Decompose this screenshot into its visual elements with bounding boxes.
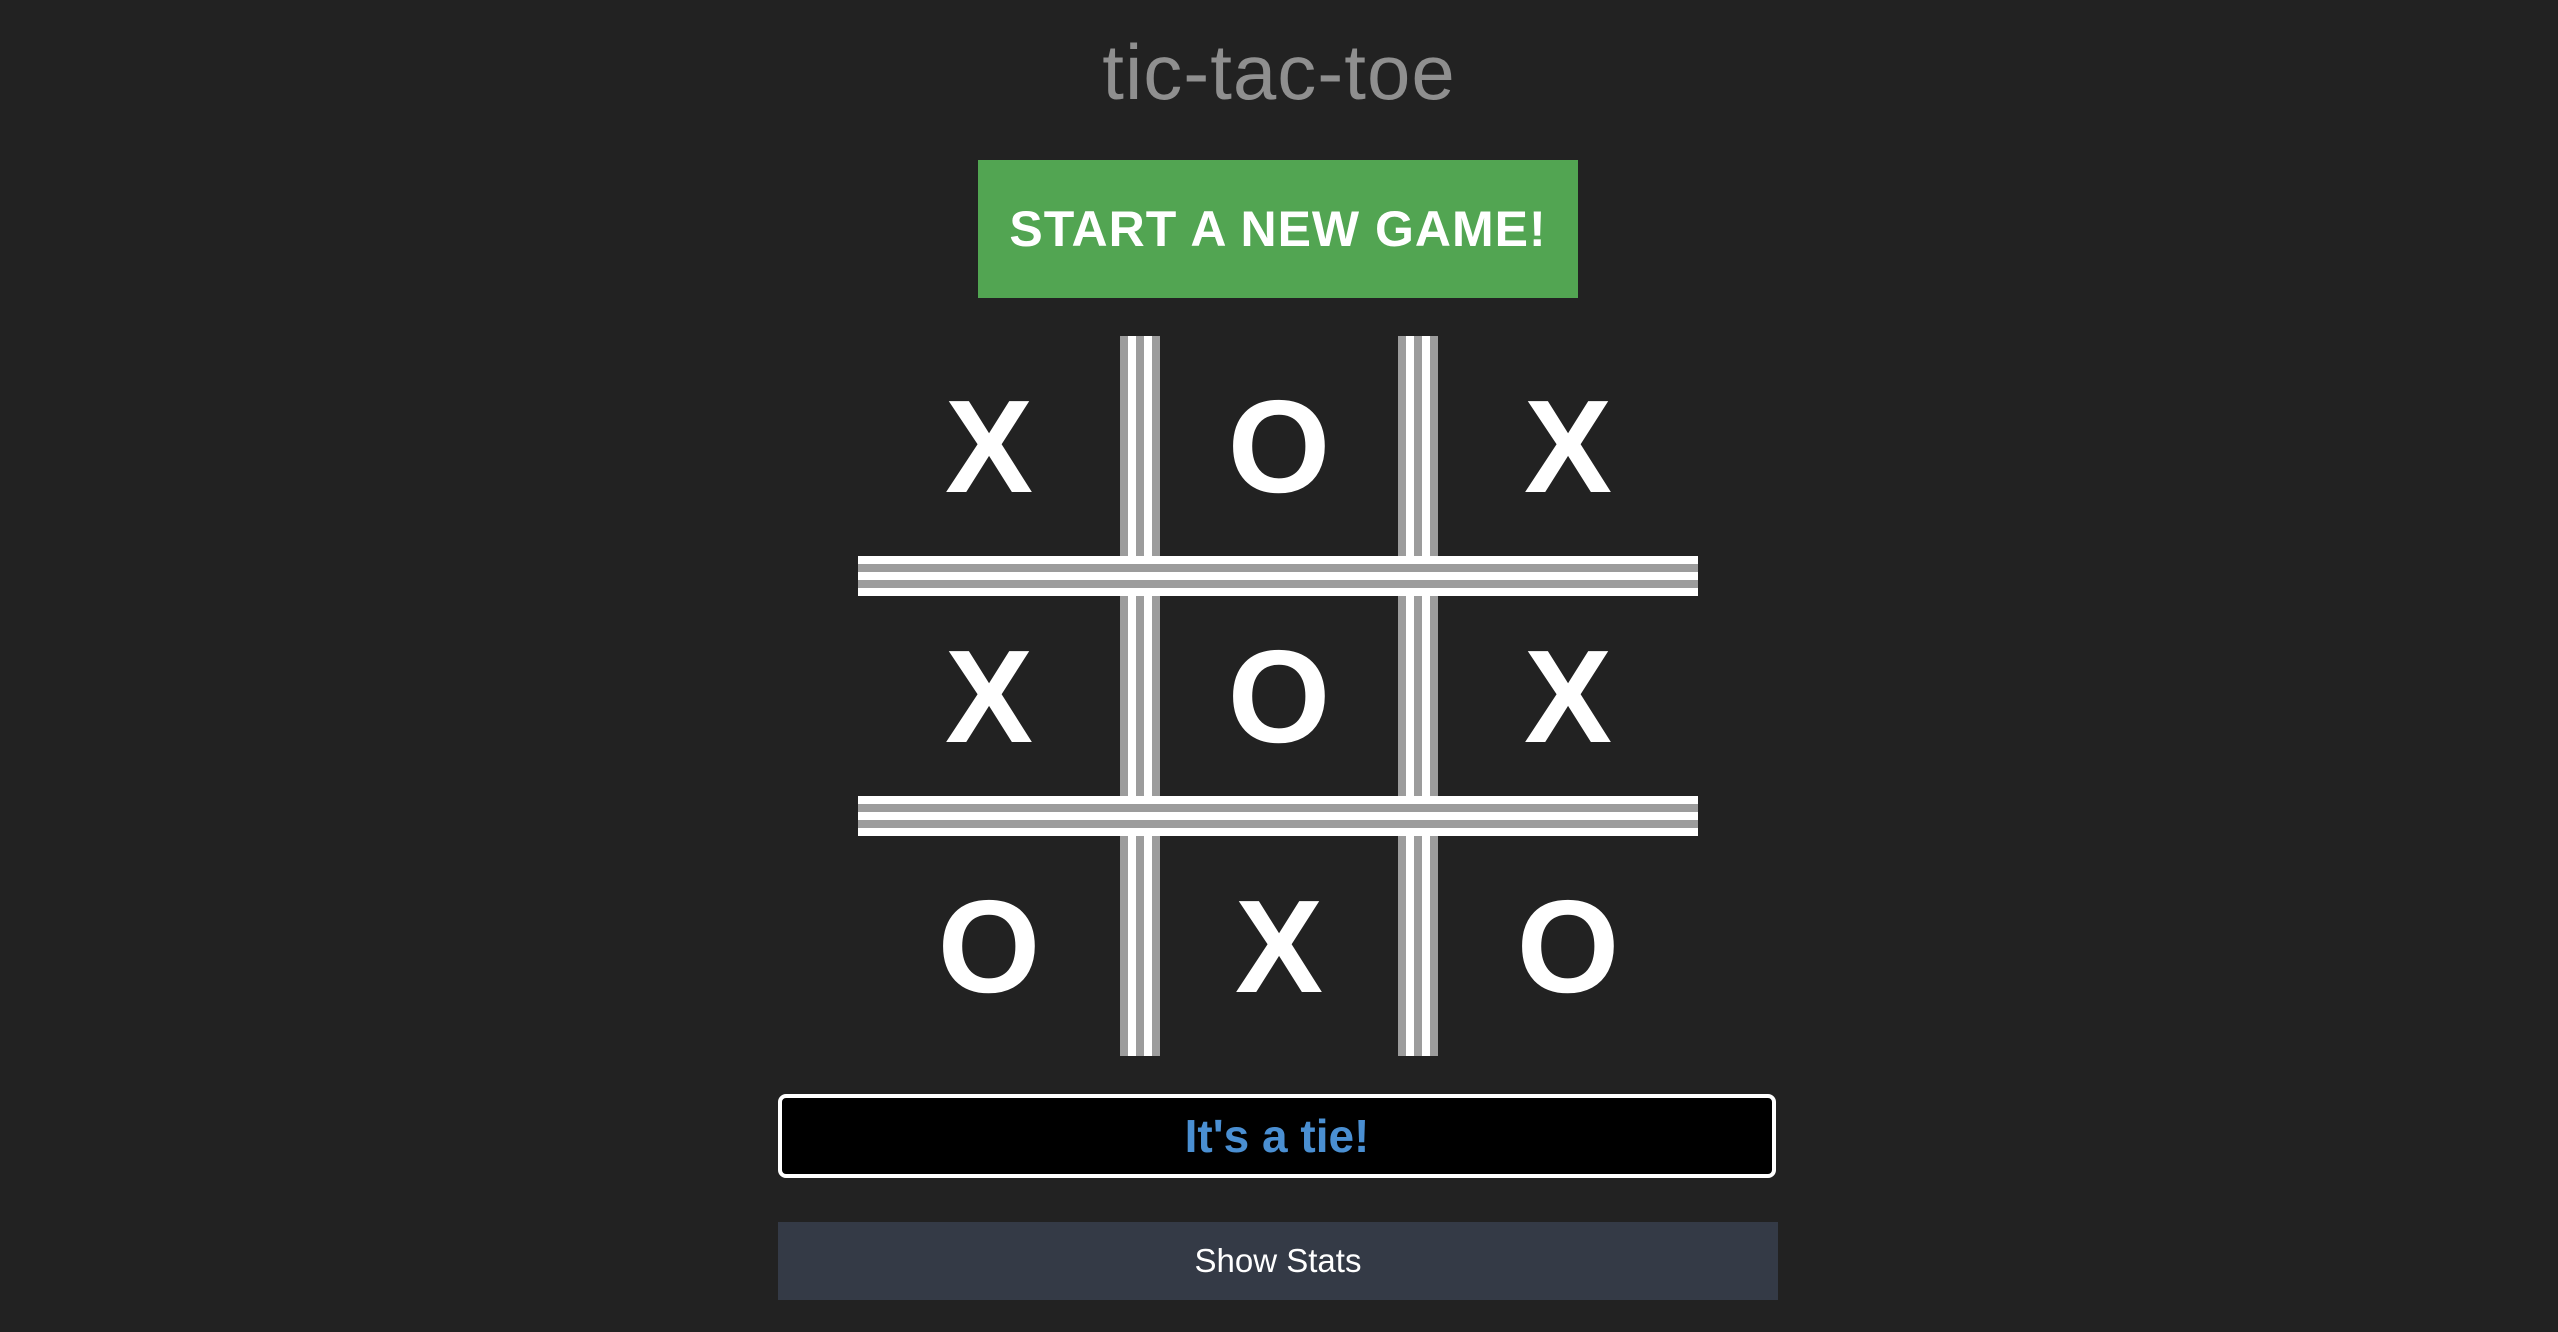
board-cell-8[interactable]: X bbox=[1160, 836, 1398, 1056]
game-status-message: It's a tie! bbox=[778, 1094, 1776, 1178]
start-new-game-button[interactable]: START A NEW GAME! bbox=[978, 160, 1578, 298]
board-cell-4[interactable]: X bbox=[858, 596, 1120, 796]
status-text: It's a tie! bbox=[1184, 1110, 1370, 1162]
board-cell-2[interactable]: O bbox=[1160, 336, 1398, 556]
game-board: X O X X O X O X O bbox=[858, 336, 1698, 1056]
grid-line-horizontal-1 bbox=[858, 556, 1698, 596]
board-cell-1[interactable]: X bbox=[858, 336, 1120, 556]
show-stats-button[interactable]: Show Stats bbox=[778, 1222, 1778, 1300]
page-title: tic-tac-toe bbox=[1102, 28, 1456, 116]
grid-line-vertical-1 bbox=[1120, 336, 1160, 1056]
game-page: tic-tac-toe START A NEW GAME! X O X X O … bbox=[0, 0, 2558, 1332]
grid-line-horizontal-2 bbox=[858, 796, 1698, 836]
board-cell-9[interactable]: O bbox=[1438, 836, 1698, 1056]
board-cell-6[interactable]: X bbox=[1438, 596, 1698, 796]
board-cell-3[interactable]: X bbox=[1438, 336, 1698, 556]
board-cell-7[interactable]: O bbox=[858, 836, 1120, 1056]
board-cell-5[interactable]: O bbox=[1160, 596, 1398, 796]
grid-line-vertical-2 bbox=[1398, 336, 1438, 1056]
